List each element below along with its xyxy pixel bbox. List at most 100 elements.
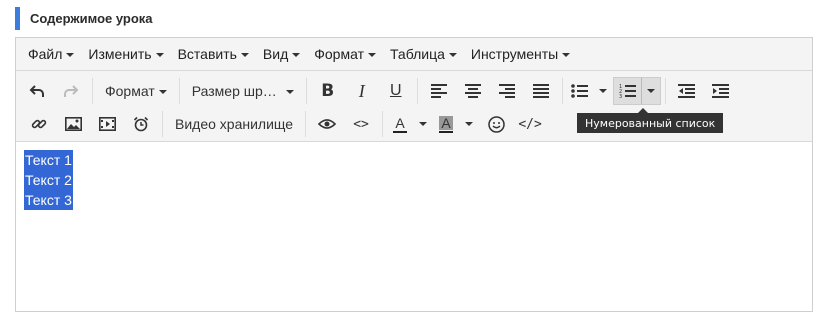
background-color-icon: A <box>439 114 453 131</box>
content-line[interactable]: Текст 3 <box>24 190 73 210</box>
text-color-icon: A <box>395 114 405 131</box>
background-color-dropdown[interactable] <box>459 110 479 138</box>
align-justify-icon <box>532 84 549 98</box>
toolbar-divider <box>162 111 163 137</box>
align-left-button[interactable] <box>422 77 456 105</box>
caret-down-icon <box>240 53 249 57</box>
menu-table-label: Таблица <box>389 46 445 62</box>
font-size-dropdown[interactable]: Размер шр… <box>184 77 302 105</box>
background-color-button[interactable]: A <box>433 110 459 138</box>
menu-edit[interactable]: Изменить <box>81 38 170 70</box>
alarm-clock-icon <box>133 116 149 132</box>
caret-down-icon <box>292 53 301 57</box>
emoji-icon <box>487 115 505 133</box>
text-color-swatch <box>393 130 408 133</box>
toolbar-divider <box>305 111 307 137</box>
menu-tools[interactable]: Инструменты <box>464 38 577 70</box>
media-icon <box>98 117 116 131</box>
undo-button[interactable] <box>20 77 54 105</box>
content-line[interactable]: Текст 2 <box>24 170 73 190</box>
emoji-button[interactable] <box>479 110 513 138</box>
caret-down-icon <box>367 53 376 57</box>
bullet-list-button[interactable] <box>567 77 593 105</box>
align-justify-button[interactable] <box>524 77 558 105</box>
redo-icon <box>64 85 79 97</box>
caret-down-icon <box>448 53 457 57</box>
toolbar-divider <box>382 111 384 137</box>
underline-button[interactable]: U <box>379 77 413 105</box>
align-center-button[interactable] <box>456 77 490 105</box>
video-storage-button[interactable]: Видео хранилище <box>167 110 301 138</box>
toolbar-divider <box>561 78 563 104</box>
bullet-list-icon <box>571 84 589 98</box>
numbered-list-icon: 123 <box>619 84 636 99</box>
preview-eye-icon <box>318 119 337 129</box>
tooltip-text: Нумерованный список <box>585 116 716 130</box>
outdent-button[interactable] <box>670 77 704 105</box>
editor-content-area[interactable]: Текст 1 Текст 2 Текст 3 <box>16 142 812 311</box>
menu-table[interactable]: Таблица <box>383 38 464 70</box>
font-size-dropdown-label: Размер шр… <box>191 83 277 99</box>
toolbar-divider <box>305 78 307 104</box>
rich-text-editor: Файл Изменить Вставить Вид Формат Таблиц… <box>15 37 813 312</box>
link-icon <box>31 119 47 129</box>
numbered-list-tooltip: Нумерованный список <box>577 108 724 133</box>
code-sample-button[interactable]: </> <box>513 110 547 138</box>
background-color-swatch <box>439 130 454 133</box>
indent-icon <box>712 84 730 98</box>
bold-button[interactable]: B <box>311 77 345 105</box>
caret-down-icon <box>646 89 655 93</box>
editor-menubar: Файл Изменить Вставить Вид Формат Таблиц… <box>16 38 812 71</box>
svg-text:3: 3 <box>619 94 622 99</box>
text-color-dropdown[interactable] <box>413 110 433 138</box>
undo-icon <box>29 85 44 97</box>
section-header: Содержимое урока <box>15 7 153 30</box>
bullet-list-dropdown[interactable] <box>593 77 613 105</box>
alarm-button[interactable] <box>124 110 158 138</box>
insert-link-button[interactable] <box>22 110 56 138</box>
content-line[interactable]: Текст 1 <box>24 150 73 170</box>
numbered-list-dropdown[interactable] <box>640 77 661 105</box>
insert-media-button[interactable] <box>90 110 124 138</box>
source-code-button[interactable]: <> <box>344 110 378 138</box>
caret-down-icon <box>562 53 571 57</box>
toolbar-divider <box>416 78 418 104</box>
align-right-icon <box>498 84 515 98</box>
toolbar-divider <box>178 78 180 104</box>
caret-down-icon <box>465 122 474 126</box>
text-color-button[interactable]: A <box>387 110 413 138</box>
outdent-icon <box>678 84 696 98</box>
menu-format[interactable]: Формат <box>307 38 383 70</box>
indent-button[interactable] <box>704 77 738 105</box>
section-accent-bar <box>15 7 20 30</box>
menu-edit-label: Изменить <box>88 46 152 62</box>
toolbar-divider <box>664 78 666 104</box>
numbered-list-button[interactable]: 123 <box>612 77 641 105</box>
menu-file-label: Файл <box>28 46 63 62</box>
menu-insert-label: Вставить <box>177 46 237 62</box>
italic-button[interactable]: I <box>345 77 379 105</box>
menu-file[interactable]: Файл <box>21 38 81 70</box>
align-center-icon <box>464 84 481 98</box>
tooltip-arrow <box>638 108 648 113</box>
align-right-button[interactable] <box>490 77 524 105</box>
caret-down-icon <box>285 90 294 94</box>
toolbar-row-1: Формат Размер шр… B I U 1 2 3 <box>16 74 812 108</box>
toolbar-divider <box>92 78 93 104</box>
caret-down-icon <box>598 89 607 93</box>
image-icon <box>64 117 82 131</box>
menu-view[interactable]: Вид <box>256 38 307 70</box>
section-title: Содержимое урока <box>30 11 153 26</box>
align-left-icon <box>430 84 447 98</box>
menu-insert[interactable]: Вставить <box>171 38 256 70</box>
redo-button[interactable] <box>54 77 88 105</box>
caret-down-icon <box>155 53 164 57</box>
menu-view-label: Вид <box>262 46 289 62</box>
format-dropdown-label: Формат <box>105 83 155 99</box>
caret-down-icon <box>66 53 75 57</box>
insert-image-button[interactable] <box>56 110 90 138</box>
menu-format-label: Формат <box>314 46 364 62</box>
menu-tools-label: Инструменты <box>470 46 559 62</box>
preview-button[interactable] <box>310 110 344 138</box>
format-dropdown[interactable]: Формат <box>97 77 175 105</box>
